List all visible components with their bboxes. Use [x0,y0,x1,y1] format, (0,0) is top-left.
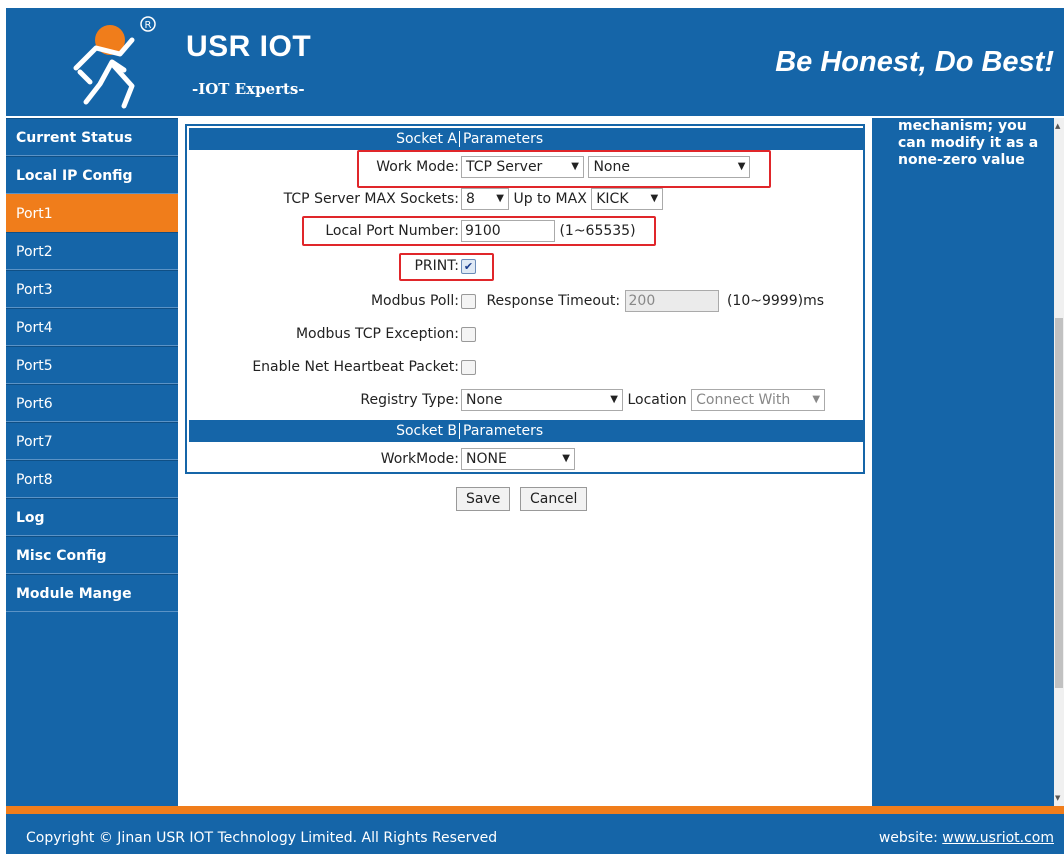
registry-type-select[interactable]: None ▼ [461,389,623,411]
up-to-max-select[interactable]: KICK ▼ [591,188,664,210]
socket-b-params-title: Parameters [459,423,543,439]
sidebar-item-local-ip-config[interactable]: Local IP Config [6,156,178,194]
socket-b-header: Socket B Parameters [189,420,863,442]
scroll-down-icon[interactable]: ▼ [1055,794,1060,802]
location-label: Location [627,392,687,408]
registry-type-row: Registry Type: None ▼ Location Connect Wi… [187,387,863,415]
highlight-box-work-mode [357,150,771,188]
help-text-line: none-zero value [898,152,1025,168]
heartbeat-checkbox[interactable] [461,359,476,375]
main-content: Socket A Parameters Work Mode: TCP Serve… [178,118,872,806]
sidebar-item-port4[interactable]: Port4 [6,308,178,346]
registry-type-label: Registry Type: [360,392,459,408]
modbus-poll-label: Modbus Poll: [370,293,459,309]
print-row: PRINT: ✔ [187,253,863,281]
footer: Copyright © Jinan USR IOT Technology Lim… [6,814,1064,854]
socket-b-title: Socket B [396,423,457,439]
dropdown-arrow-icon: ▼ [610,394,618,405]
dropdown-arrow-icon: ▼ [496,193,504,204]
sidebar-item-port3[interactable]: Port3 [6,270,178,308]
sidebar-item-port5[interactable]: Port5 [6,346,178,384]
location-select[interactable]: Connect With ▼ [691,389,826,411]
brand-tagline: -IOT Experts- [192,80,305,98]
scroll-thumb[interactable] [1055,318,1063,688]
heartbeat-label: Enable Net Heartbeat Packet: [252,359,459,375]
sidebar-nav: Current Status Local IP Config Port1 Por… [6,118,178,806]
socket-a-header: Socket A Parameters [189,128,863,150]
sidebar-item-port8[interactable]: Port8 [6,460,178,498]
copyright-text: Copyright © Jinan USR IOT Technology Lim… [26,830,498,846]
brand-name: USR IOT [186,30,312,63]
workmode-b-label: WorkMode: [380,451,459,467]
sidebar-item-port7[interactable]: Port7 [6,422,178,460]
port-settings-form: Socket A Parameters Work Mode: TCP Serve… [185,124,865,474]
sidebar-item-port6[interactable]: Port6 [6,384,178,422]
modbus-poll-checkbox[interactable] [461,293,476,309]
sidebar-item-port2[interactable]: Port2 [6,232,178,270]
modbus-poll-row: Modbus Poll: Response Timeout: 200 (10~9… [187,288,863,316]
svg-text:R: R [145,20,152,31]
slogan: Be Honest, Do Best! [775,46,1054,78]
workmode-b-row: WorkMode: NONE ▼ [187,446,863,474]
dropdown-arrow-icon: ▼ [650,193,659,204]
up-to-max-label: Up to MAX [513,191,587,207]
max-sockets-row: TCP Server MAX Sockets: 8 ▼ Up to MAX KIC… [187,186,863,214]
sidebar-item-port1[interactable]: Port1 [6,194,178,232]
footer-accent-bar [6,806,1064,814]
sidebar-item-current-status[interactable]: Current Status [6,118,178,156]
help-text-line: can modify it as a [898,135,1039,151]
max-sockets-label: TCP Server MAX Sockets: [283,191,459,207]
help-panel: mechanism; you can modify it as a none-z… [872,118,1054,806]
scroll-up-icon[interactable]: ▲ [1055,122,1060,130]
response-timeout-range: (10~9999)ms [726,293,824,309]
heartbeat-row: Enable Net Heartbeat Packet: [187,354,863,382]
workmode-b-select[interactable]: NONE ▼ [461,448,575,470]
dropdown-arrow-icon: ▼ [562,453,570,464]
modbus-tcp-exception-row: Modbus TCP Exception: [187,321,863,349]
modbus-tcp-exception-checkbox[interactable] [461,326,476,342]
save-button[interactable]: Save [456,487,511,511]
help-text-line: mechanism; you [898,118,1027,134]
dropdown-arrow-icon: ▼ [812,394,821,405]
header-banner: R USR IOT -IOT Experts- Be Honest, Do Be… [6,8,1064,116]
cancel-button[interactable]: Cancel [520,487,588,511]
highlight-box-print [399,253,494,281]
sidebar-item-misc-config[interactable]: Misc Config [6,536,178,574]
socket-a-title: Socket A [396,131,457,147]
highlight-box-local-port [302,216,656,246]
max-sockets-select[interactable]: 8 ▼ [461,188,509,210]
website-link[interactable]: www.usriot.com [942,830,1054,846]
sidebar-item-module-mange[interactable]: Module Mange [6,574,178,612]
help-scrollbar[interactable]: ▲ ▼ [1054,118,1064,806]
socket-a-params-title: Parameters [459,131,543,147]
response-timeout-input[interactable]: 200 [624,290,719,312]
modbus-tcp-exception-label: Modbus TCP Exception: [295,326,459,342]
usr-person-logo-icon: R [73,16,156,109]
response-timeout-label: Response Timeout: [486,293,621,309]
sidebar-item-log[interactable]: Log [6,498,178,536]
website-label: website: [878,830,938,846]
